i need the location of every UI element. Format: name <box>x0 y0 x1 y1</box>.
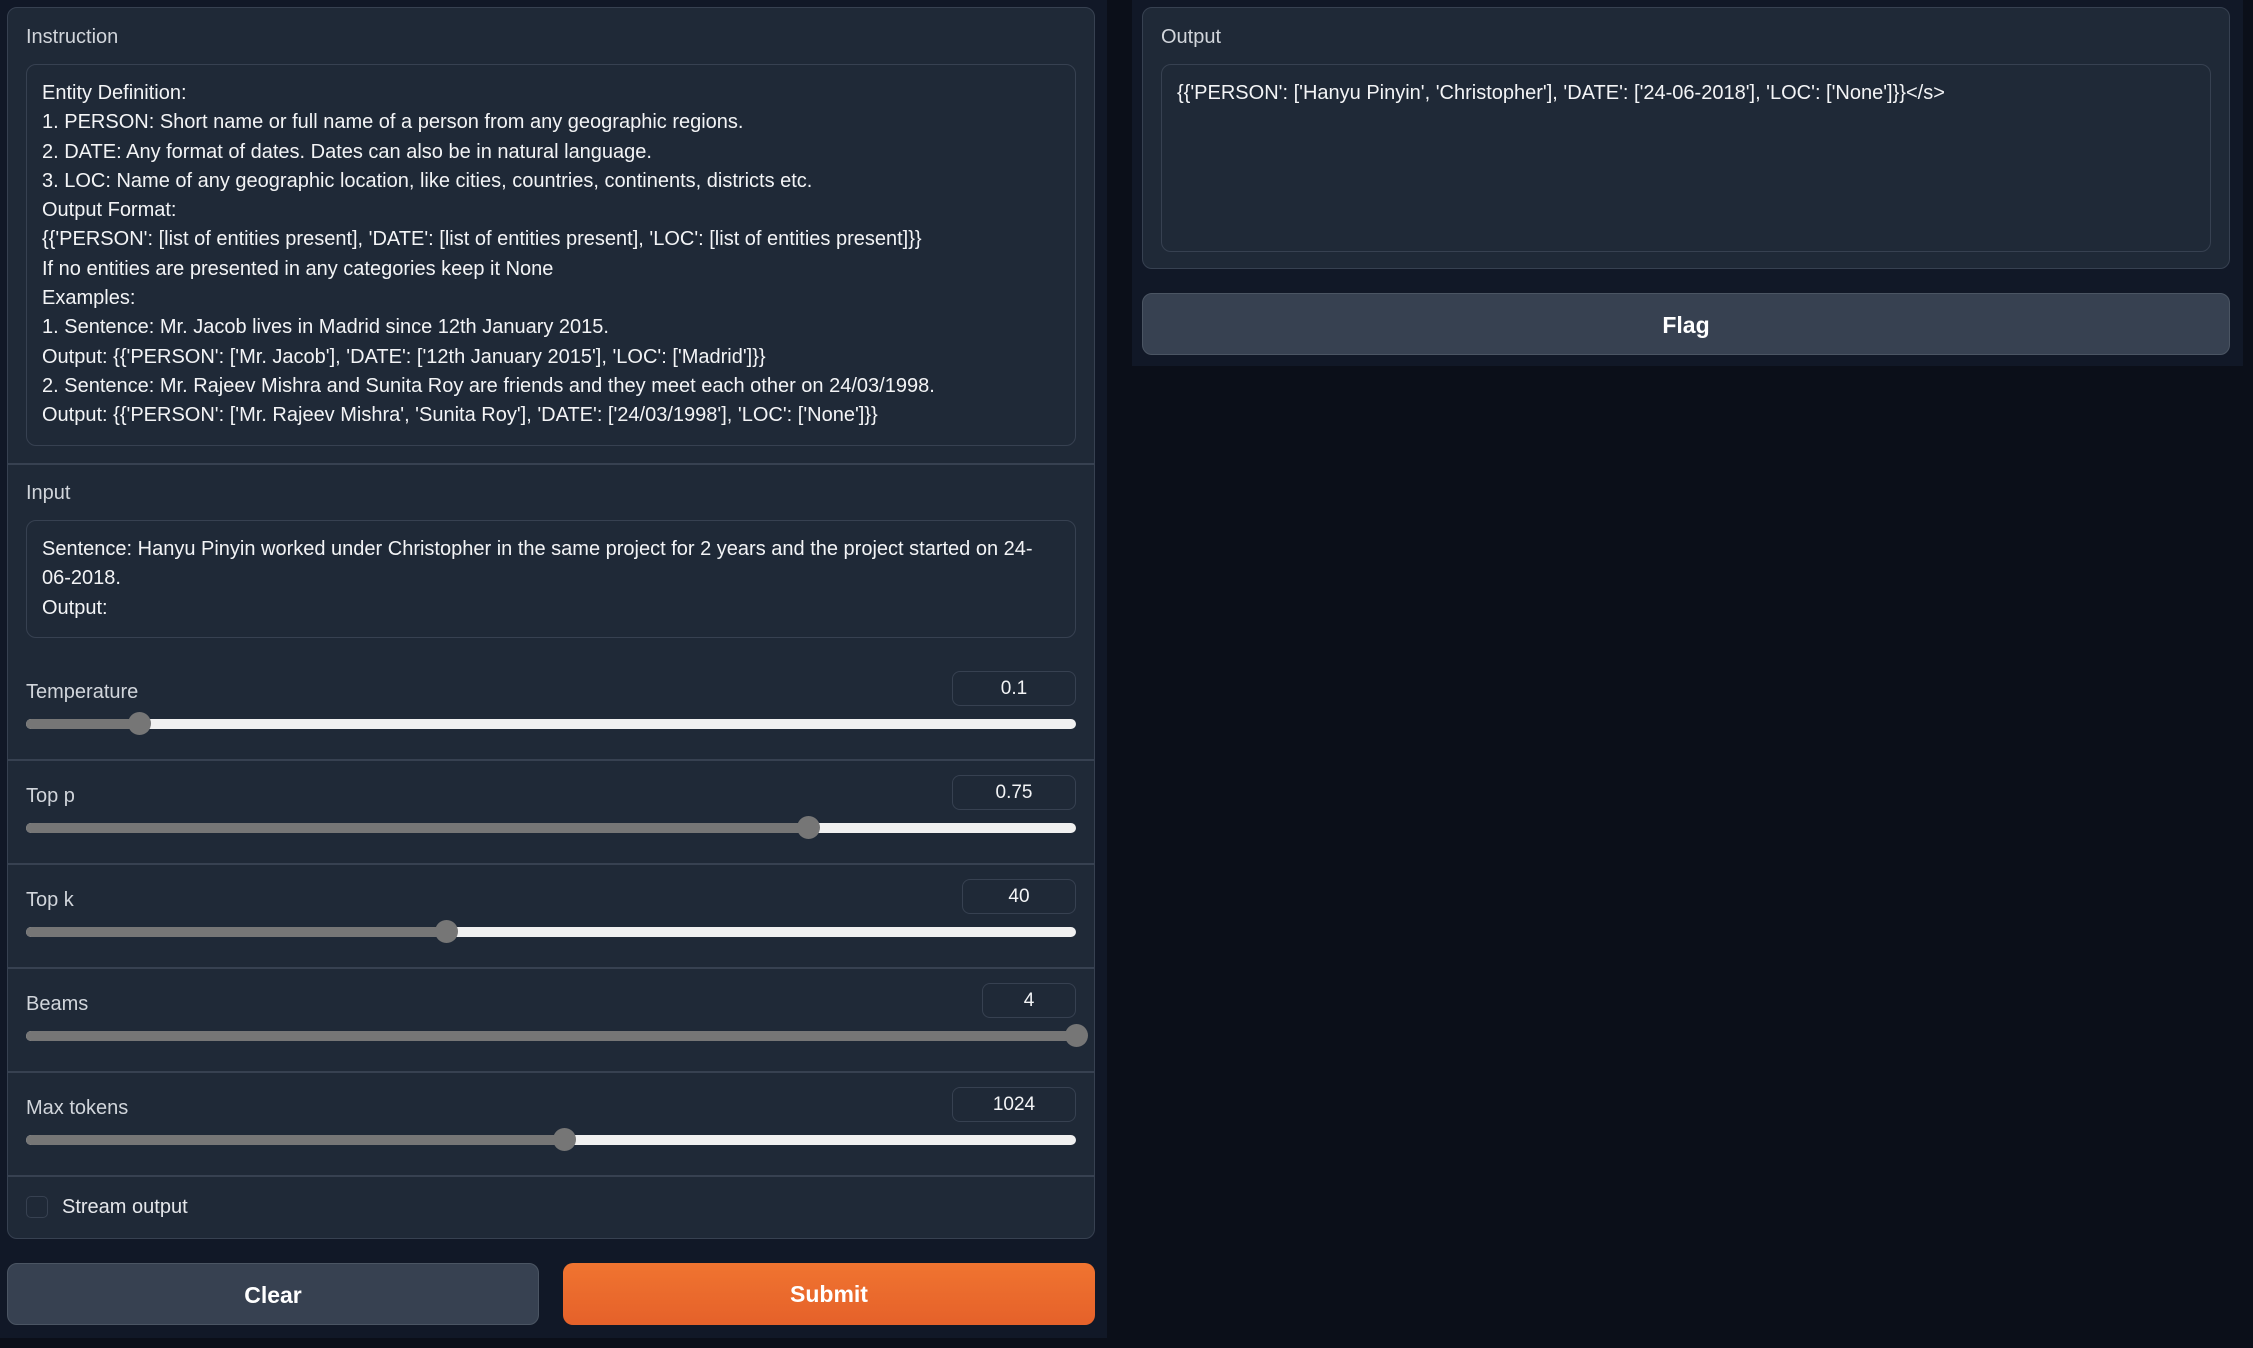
top-p-slider-thumb[interactable] <box>797 816 821 839</box>
divider <box>8 1175 1094 1177</box>
divider <box>8 863 1094 865</box>
top-p-number-input[interactable]: 0.75 <box>952 775 1076 810</box>
top-p-slider-fill <box>26 823 809 833</box>
top-p-slider[interactable] <box>26 816 1076 839</box>
clear-button[interactable]: Clear <box>7 1263 539 1325</box>
input-label: Input <box>26 482 71 504</box>
max-tokens-slider-thumb[interactable] <box>552 1128 576 1151</box>
flag-button[interactable]: Flag <box>1142 293 2230 355</box>
divider <box>8 759 1094 761</box>
input-textarea[interactable]: Sentence: Hanyu Pinyin worked under Chri… <box>26 520 1076 638</box>
temperature-slider-fill <box>26 719 140 729</box>
max-tokens-number-input[interactable]: 1024 <box>952 1087 1076 1122</box>
beams-slider-thumb[interactable] <box>1065 1024 1088 1047</box>
submit-button[interactable]: Submit <box>563 1263 1095 1325</box>
top-k-slider-thumb[interactable] <box>435 920 458 943</box>
input-form: Instruction Entity Definition: 1. PERSON… <box>7 7 1095 1239</box>
temperature-number-input[interactable]: 0.1 <box>952 671 1076 706</box>
top-k-slider[interactable] <box>26 920 1076 943</box>
divider <box>8 1071 1094 1073</box>
max-tokens-slider[interactable] <box>26 1128 1076 1151</box>
beams-slider[interactable] <box>26 1024 1088 1047</box>
top-k-slider-fill <box>26 927 446 937</box>
stream-output-checkbox[interactable] <box>26 1196 48 1218</box>
beams-label: Beams <box>26 993 89 1015</box>
output-label: Output <box>1161 26 1222 48</box>
top-p-label: Top p <box>26 785 75 807</box>
output-panel: Output {{'PERSON': ['Hanyu Pinyin', 'Chr… <box>1142 7 2230 269</box>
top-k-number-input[interactable]: 40 <box>962 879 1076 914</box>
beams-slider-fill <box>26 1031 1076 1041</box>
beams-number-input[interactable]: 4 <box>982 983 1076 1018</box>
input-column: Instruction Entity Definition: 1. PERSON… <box>0 0 1107 1338</box>
temperature-slider-thumb[interactable] <box>128 712 152 735</box>
divider <box>8 967 1094 969</box>
temperature-slider[interactable] <box>26 712 1076 735</box>
divider <box>8 463 1094 465</box>
output-column: Output {{'PERSON': ['Hanyu Pinyin', 'Chr… <box>1132 0 2243 366</box>
output-textarea[interactable]: {{'PERSON': ['Hanyu Pinyin', 'Christophe… <box>1161 64 2211 252</box>
instruction-textarea[interactable]: Entity Definition: 1. PERSON: Short name… <box>26 64 1076 446</box>
stream-output-label[interactable]: Stream output <box>62 1196 188 1219</box>
instruction-label: Instruction <box>26 26 119 48</box>
max-tokens-label: Max tokens <box>26 1097 129 1119</box>
top-k-label: Top k <box>26 889 74 911</box>
max-tokens-slider-fill <box>26 1135 564 1145</box>
temperature-label: Temperature <box>26 681 139 703</box>
